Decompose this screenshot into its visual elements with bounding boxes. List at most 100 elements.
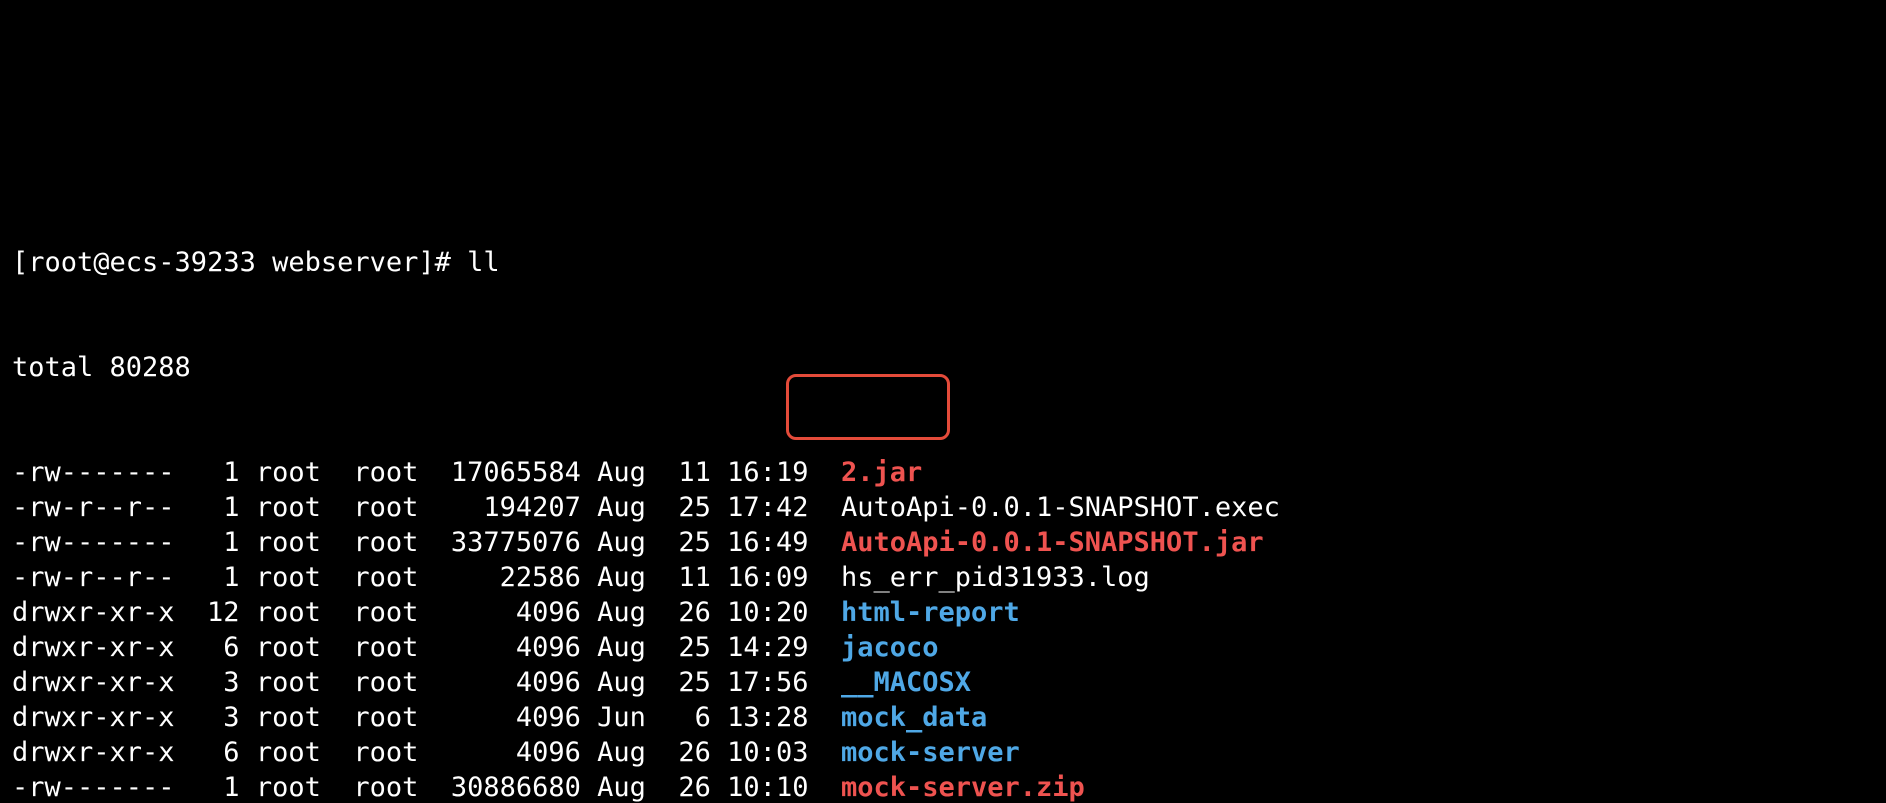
col-time: 16:19 — [727, 455, 825, 490]
spacer — [175, 595, 191, 630]
col-links: 6 — [191, 630, 240, 665]
prompt-line: [root@ecs-39233 webserver]# ll — [12, 245, 1874, 280]
col-links: 12 — [191, 595, 240, 630]
col-month: Aug — [597, 665, 662, 700]
col-time: 16:09 — [727, 560, 825, 595]
spacer — [581, 735, 597, 770]
col-day: 25 — [662, 525, 711, 560]
col-size: 194207 — [435, 490, 581, 525]
spacer — [711, 455, 727, 490]
spacer — [711, 595, 727, 630]
col-perms: drwxr-xr-x — [12, 630, 175, 665]
spacer — [337, 490, 353, 525]
listing-row: drwxr-xr-x 3 root root4096 Jun6 13:28 mo… — [12, 700, 1874, 735]
spacer — [711, 700, 727, 735]
file-name: mock_data — [841, 702, 987, 733]
col-day: 25 — [662, 665, 711, 700]
total-line: total 80288 — [12, 350, 1874, 385]
col-user: root — [256, 560, 337, 595]
spacer — [240, 595, 256, 630]
listing-row: -rw------- 1 root root33775076 Aug25 16:… — [12, 525, 1874, 560]
col-perms: drwxr-xr-x — [12, 700, 175, 735]
spacer — [825, 770, 841, 803]
spacer — [337, 630, 353, 665]
file-name: html-report — [841, 597, 1020, 628]
spacer — [240, 630, 256, 665]
spacer — [711, 560, 727, 595]
spacer — [825, 665, 841, 700]
spacer — [825, 700, 841, 735]
spacer — [175, 630, 191, 665]
spacer — [825, 735, 841, 770]
col-links: 1 — [191, 525, 240, 560]
spacer — [175, 455, 191, 490]
col-day: 25 — [662, 630, 711, 665]
col-group: root — [353, 525, 434, 560]
col-month: Aug — [597, 560, 662, 595]
col-size: 4096 — [435, 665, 581, 700]
col-group: root — [353, 455, 434, 490]
spacer — [581, 490, 597, 525]
listing-row: -rw-r--r-- 1 root root194207 Aug25 17:42… — [12, 490, 1874, 525]
col-day: 11 — [662, 455, 711, 490]
listing-row: -rw------- 1 root root17065584 Aug11 16:… — [12, 455, 1874, 490]
col-size: 17065584 — [435, 455, 581, 490]
file-name: mock-server — [841, 737, 1020, 768]
file-name: AutoApi-0.0.1-SNAPSHOT.exec — [841, 492, 1280, 523]
col-group: root — [353, 490, 434, 525]
spacer — [175, 560, 191, 595]
col-day: 11 — [662, 560, 711, 595]
file-name: jacoco — [841, 632, 939, 663]
col-links: 1 — [191, 490, 240, 525]
col-size: 4096 — [435, 735, 581, 770]
col-user: root — [256, 455, 337, 490]
col-user: root — [256, 595, 337, 630]
col-perms: -rw-r--r-- — [12, 560, 175, 595]
spacer — [581, 700, 597, 735]
col-user: root — [256, 525, 337, 560]
col-perms: -rw------- — [12, 770, 175, 803]
spacer — [711, 490, 727, 525]
spacer — [711, 525, 727, 560]
spacer — [337, 700, 353, 735]
col-user: root — [256, 700, 337, 735]
col-size: 30886680 — [435, 770, 581, 803]
col-time: 17:56 — [727, 665, 825, 700]
spacer — [240, 770, 256, 803]
spacer — [581, 455, 597, 490]
spacer — [337, 525, 353, 560]
spacer — [825, 595, 841, 630]
spacer — [581, 595, 597, 630]
spacer — [581, 525, 597, 560]
spacer — [175, 700, 191, 735]
spacer — [240, 560, 256, 595]
col-day: 26 — [662, 735, 711, 770]
terminal-output[interactable]: [root@ecs-39233 webserver]# ll total 802… — [0, 175, 1886, 803]
col-user: root — [256, 490, 337, 525]
listing-row: drwxr-xr-x 6 root root4096 Aug26 10:03 m… — [12, 735, 1874, 770]
col-time: 16:49 — [727, 525, 825, 560]
col-size: 33775076 — [435, 525, 581, 560]
listing-row: drwxr-xr-x 3 root root4096 Aug25 17:56 _… — [12, 665, 1874, 700]
col-group: root — [353, 770, 434, 803]
spacer — [711, 665, 727, 700]
spacer — [581, 560, 597, 595]
col-month: Aug — [597, 735, 662, 770]
spacer — [711, 630, 727, 665]
col-size: 4096 — [435, 595, 581, 630]
col-month: Jun — [597, 700, 662, 735]
col-links: 1 — [191, 770, 240, 803]
col-size: 22586 — [435, 560, 581, 595]
spacer — [337, 595, 353, 630]
spacer — [175, 665, 191, 700]
spacer — [240, 700, 256, 735]
file-listing: -rw------- 1 root root17065584 Aug11 16:… — [12, 455, 1874, 803]
listing-row: -rw-r--r-- 1 root root22586 Aug11 16:09 … — [12, 560, 1874, 595]
col-links: 6 — [191, 735, 240, 770]
col-group: root — [353, 735, 434, 770]
spacer — [240, 490, 256, 525]
spacer — [581, 770, 597, 803]
col-time: 13:28 — [727, 700, 825, 735]
col-month: Aug — [597, 770, 662, 803]
col-day: 26 — [662, 770, 711, 803]
